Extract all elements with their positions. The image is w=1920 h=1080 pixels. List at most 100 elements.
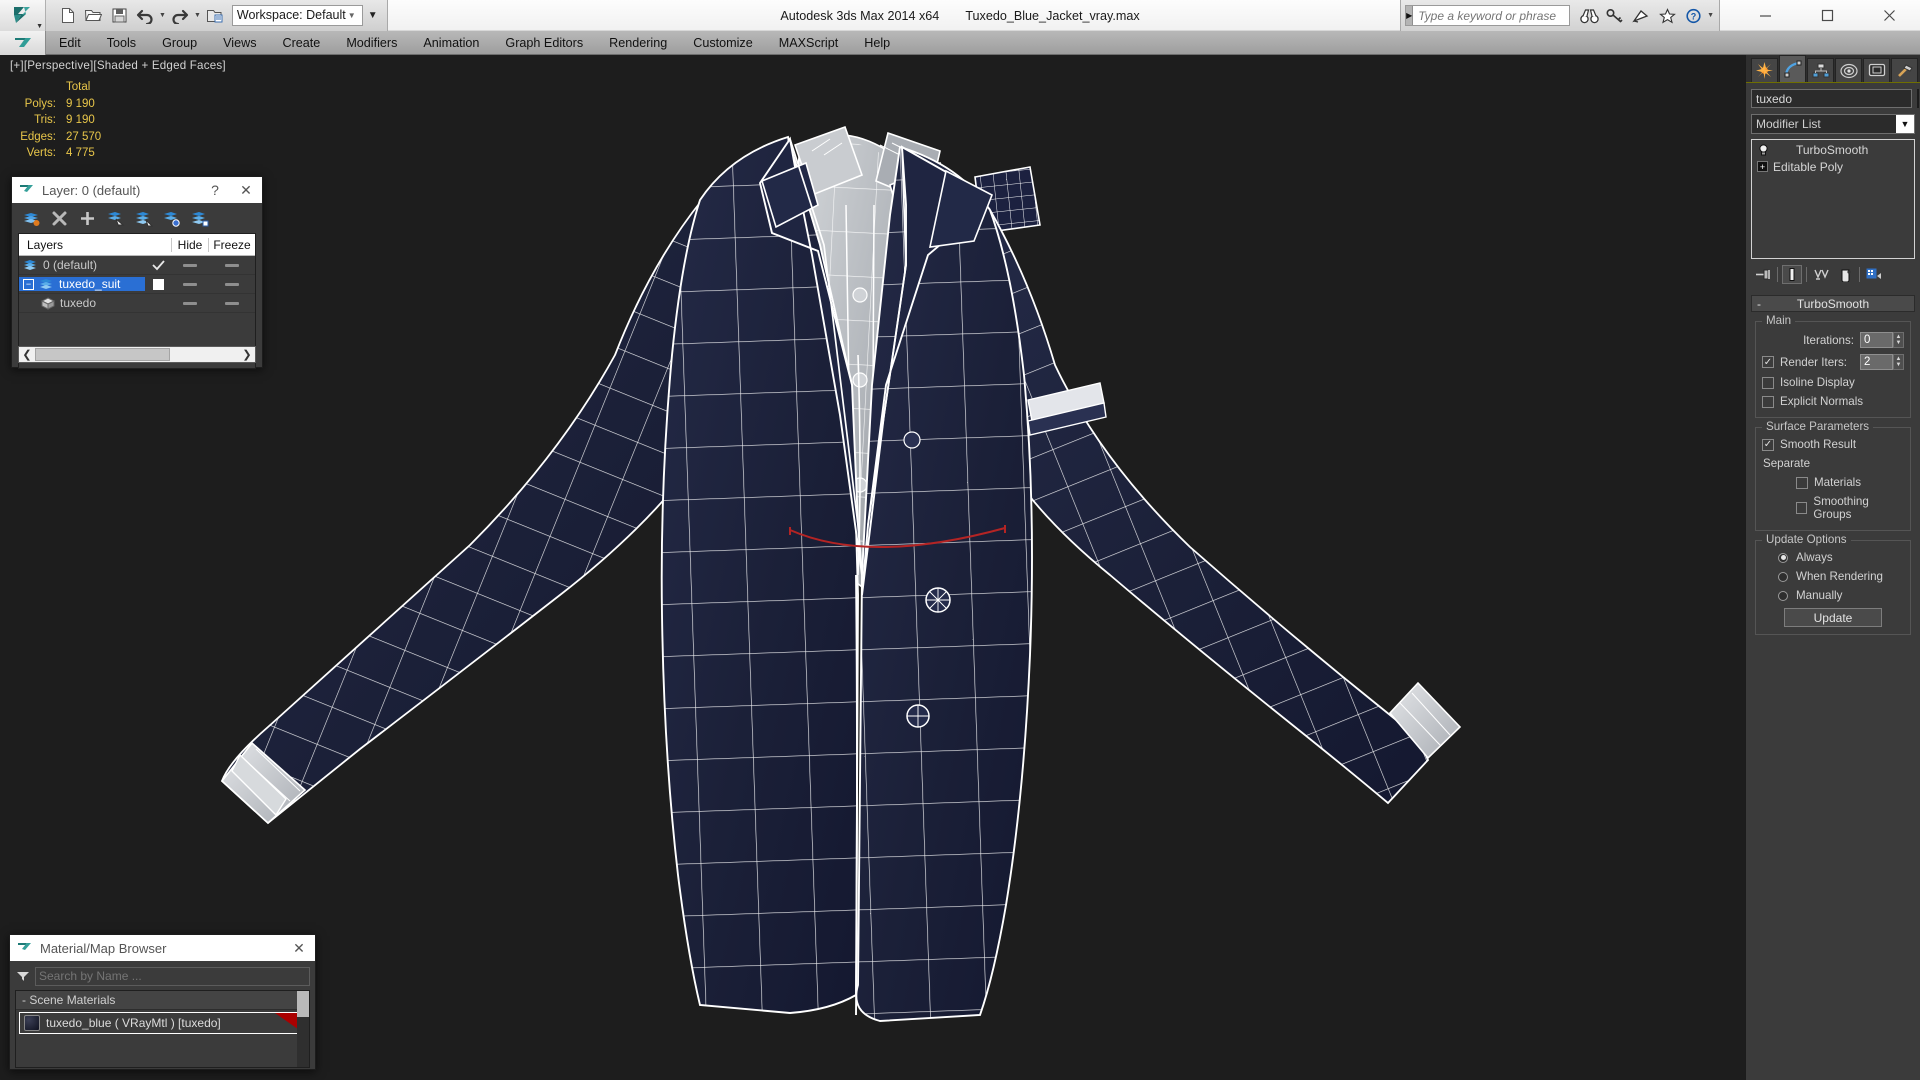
modifier-stack[interactable]: TurboSmooth + Editable Poly <box>1751 139 1915 259</box>
layer-active-toggle[interactable] <box>145 259 171 271</box>
material-vertical-scrollbar[interactable] <box>297 991 309 1067</box>
material-item-tuxedo-blue[interactable]: tuxedo_blue ( VRayMtl ) [tuxedo] <box>19 1012 306 1034</box>
material-list[interactable]: - Scene Materials tuxedo_blue ( VRayMtl … <box>15 990 310 1068</box>
chevron-down-icon[interactable]: ▼ <box>1896 115 1914 133</box>
separate-smoothing-groups-row[interactable]: Smoothing Groups <box>1762 495 1904 521</box>
smooth-result-row[interactable]: ✓ Smooth Result <box>1762 438 1904 451</box>
menu-views[interactable]: Views <box>210 31 269 55</box>
menu-modifiers[interactable]: Modifiers <box>333 31 410 55</box>
render-iters-checkbox[interactable]: ✓ <box>1762 356 1774 368</box>
undo-dropdown-icon[interactable]: ▼ <box>159 12 166 19</box>
create-new-layer-icon[interactable] <box>21 208 41 228</box>
material-search-input[interactable] <box>35 966 310 986</box>
iterations-spinner-arrows[interactable]: ▲ ▼ <box>1893 332 1904 348</box>
layer-manager-dialog[interactable]: Layer: 0 (default) ? ✕ Layers Hide Freez… <box>11 176 263 369</box>
isoline-display-checkbox[interactable] <box>1762 376 1774 389</box>
smooth-result-checkbox[interactable]: ✓ <box>1762 438 1774 451</box>
hierarchy-tab[interactable] <box>1807 58 1834 82</box>
open-icon[interactable] <box>80 2 106 28</box>
redo-icon[interactable] <box>167 2 193 28</box>
workspace-selector[interactable]: Workspace: Default ▼ <box>231 4 363 26</box>
update-always-row[interactable]: Always <box>1762 551 1904 564</box>
isoline-display-row[interactable]: Isoline Display <box>1762 376 1904 389</box>
show-end-result-icon[interactable] <box>1782 265 1802 284</box>
render-iters-spinner[interactable]: 2 ▲ ▼ <box>1860 354 1904 370</box>
menu-tools[interactable]: Tools <box>94 31 149 55</box>
material-browser-close-button[interactable]: ✕ <box>287 936 311 960</box>
key-icon[interactable] <box>1602 4 1628 28</box>
redo-dropdown-icon[interactable]: ▼ <box>194 12 201 19</box>
menu-edit[interactable]: Edit <box>46 31 94 55</box>
explicit-normals-row[interactable]: Explicit Normals <box>1762 395 1904 408</box>
layer-dialog-close-button[interactable]: ✕ <box>234 178 258 202</box>
help-icon[interactable]: ? <box>1680 4 1706 28</box>
modifier-stack-item-turbosmooth[interactable]: TurboSmooth <box>1753 141 1913 158</box>
menu-help[interactable]: Help <box>851 31 903 55</box>
modify-tab[interactable] <box>1779 55 1806 82</box>
explicit-normals-checkbox[interactable] <box>1762 395 1774 408</box>
undo-icon[interactable] <box>132 2 158 28</box>
select-highlighted-objects-icon[interactable] <box>133 208 153 228</box>
separate-materials-checkbox[interactable] <box>1796 476 1808 489</box>
search-dropdown-icon[interactable]: ▶ <box>1406 6 1414 25</box>
object-name-input[interactable] <box>1751 89 1912 108</box>
menu-customize[interactable]: Customize <box>680 31 766 55</box>
object-color-swatch[interactable] <box>1917 89 1919 108</box>
filter-icon[interactable] <box>15 970 31 982</box>
select-objects-in-layer-icon[interactable] <box>105 208 125 228</box>
turbosmooth-rollout-header[interactable]: - TurboSmooth <box>1751 295 1915 312</box>
separate-materials-row[interactable]: Materials <box>1762 476 1904 489</box>
layer-scroll-right-icon[interactable]: ❯ <box>239 348 255 361</box>
menu-maxscript[interactable]: MAXScript <box>766 31 851 55</box>
highlight-selected-objects-icon[interactable] <box>161 208 181 228</box>
layer-row[interactable]: − tuxedo_suit <box>19 275 255 294</box>
menu-logo-icon[interactable] <box>0 30 46 55</box>
hide-unhide-layer-icon[interactable] <box>189 208 209 228</box>
separate-smoothing-groups-checkbox[interactable] <box>1796 502 1808 514</box>
menu-create[interactable]: Create <box>270 31 334 55</box>
search-input[interactable] <box>1413 8 1576 23</box>
lightbulb-icon[interactable] <box>1757 143 1769 156</box>
create-tab[interactable] <box>1751 58 1778 82</box>
close-button[interactable] <box>1858 0 1920 31</box>
update-when-rendering-radio[interactable] <box>1778 571 1788 582</box>
maximize-button[interactable] <box>1796 0 1858 31</box>
configure-modifier-sets-icon[interactable] <box>1864 265 1884 284</box>
layer-dialog-help-button[interactable]: ? <box>203 178 227 202</box>
help-dropdown-icon[interactable]: ▼ <box>1707 12 1714 19</box>
application-menu-button[interactable]: ▼ <box>0 0 46 31</box>
search-box[interactable]: ▶ <box>1405 5 1576 26</box>
layer-hide-toggle[interactable] <box>171 301 208 305</box>
material-map-browser-dialog[interactable]: Material/Map Browser ✕ - Scene Materials… <box>9 934 316 1070</box>
satellite-icon[interactable] <box>1628 4 1654 28</box>
scene-materials-group[interactable]: - Scene Materials <box>16 991 309 1010</box>
layer-horizontal-scrollbar[interactable]: ❮ ❯ <box>18 346 256 363</box>
binoculars-icon[interactable] <box>1576 4 1602 28</box>
iterations-spinner[interactable]: 0 ▲ ▼ <box>1860 332 1904 348</box>
star-icon[interactable] <box>1654 4 1680 28</box>
menu-rendering[interactable]: Rendering <box>596 31 680 55</box>
layer-hide-toggle[interactable] <box>171 263 208 267</box>
project-folder-icon[interactable] <box>202 2 228 28</box>
menu-graph-editors[interactable]: Graph Editors <box>492 31 596 55</box>
update-manually-row[interactable]: Manually <box>1762 589 1904 602</box>
layer-freeze-toggle[interactable] <box>208 263 255 267</box>
layer-row[interactable]: 0 (default) <box>19 256 255 275</box>
layer-scroll-left-icon[interactable]: ❮ <box>19 348 35 361</box>
update-always-radio[interactable] <box>1778 552 1788 563</box>
motion-tab[interactable] <box>1835 58 1862 82</box>
iterations-value[interactable]: 0 <box>1860 332 1893 348</box>
make-unique-icon[interactable] <box>1811 265 1831 284</box>
plus-box-icon[interactable]: + <box>1757 161 1768 172</box>
layer-hide-toggle[interactable] <box>171 282 208 286</box>
layer-active-toggle[interactable] <box>145 278 171 290</box>
workspace-dropdown-button[interactable]: ▼ <box>363 5 383 26</box>
utilities-tab[interactable] <box>1891 58 1918 82</box>
update-button[interactable]: Update <box>1784 608 1882 627</box>
layer-scroll-thumb[interactable] <box>35 348 170 361</box>
delete-layer-icon[interactable] <box>49 208 69 228</box>
layer-freeze-toggle[interactable] <box>208 301 255 305</box>
render-iters-spinner-arrows[interactable]: ▲ ▼ <box>1893 354 1904 370</box>
save-icon[interactable] <box>106 2 132 28</box>
modifier-list-combo[interactable]: Modifier List ▼ <box>1751 114 1915 134</box>
